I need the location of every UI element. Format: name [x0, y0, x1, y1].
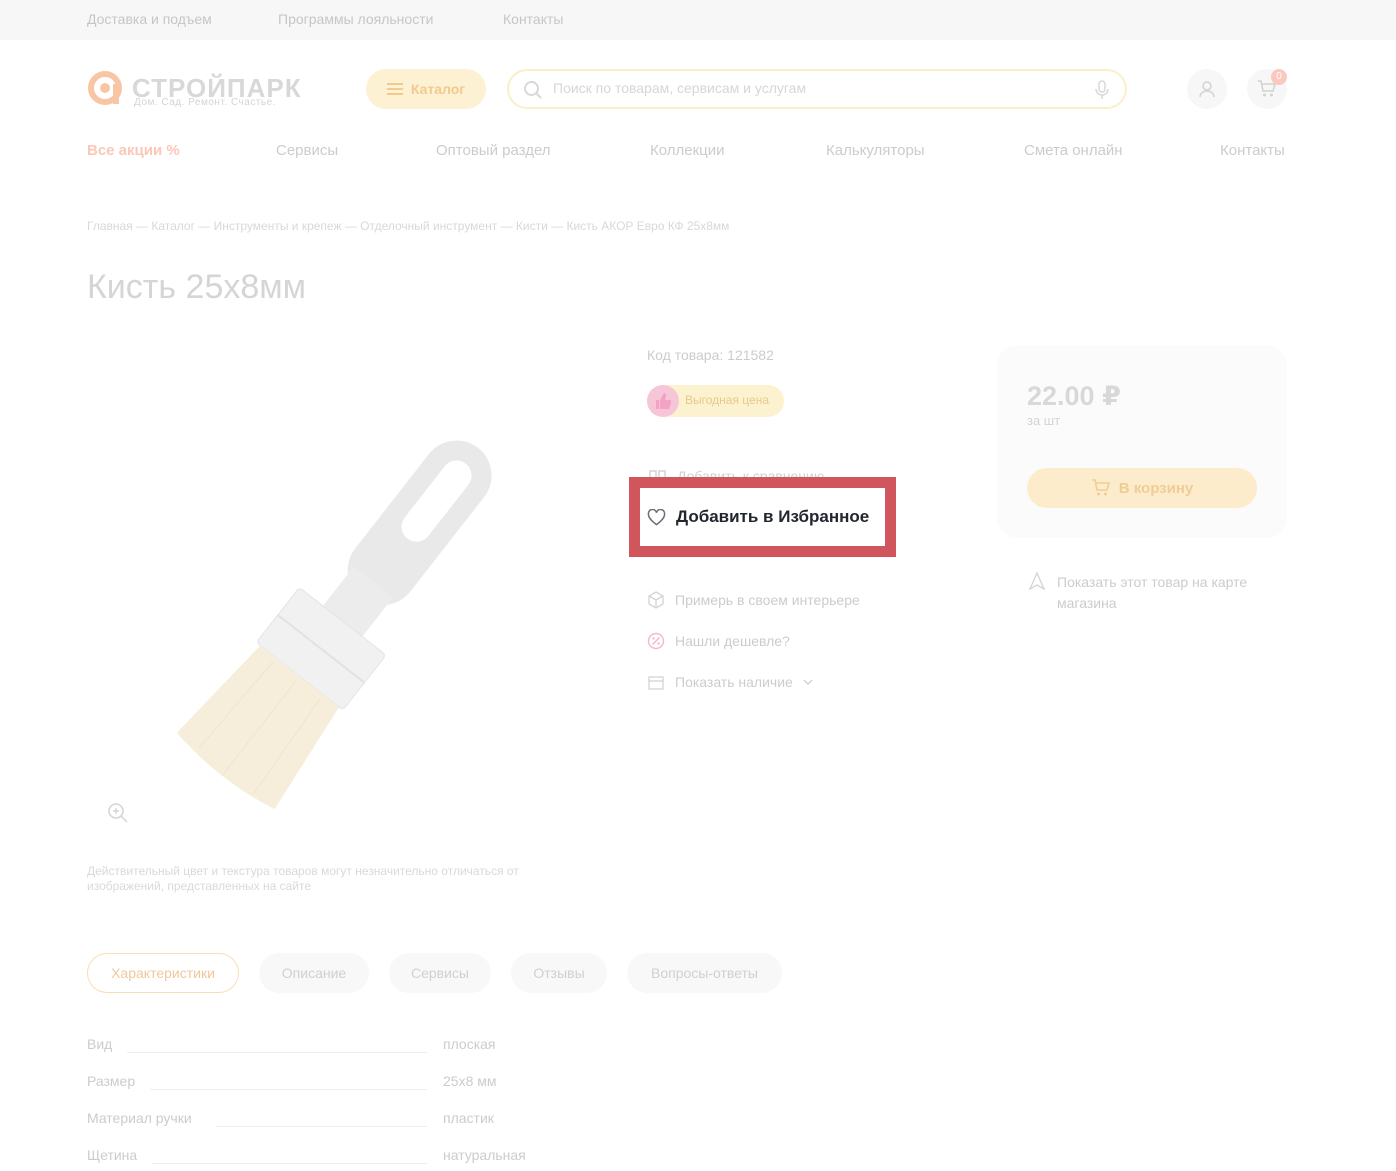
spec-value: 25х8 мм [443, 1073, 497, 1089]
nav-services[interactable]: Сервисы [276, 142, 338, 159]
tab-questions[interactable]: Вопросы-ответы [627, 953, 782, 993]
found-cheaper-button[interactable]: Нашли дешевле? [647, 632, 790, 650]
spec-divider [216, 1125, 427, 1127]
search-bar [507, 69, 1127, 109]
cart-count-badge: 0 [1271, 69, 1287, 85]
spec-label: Размер [87, 1073, 136, 1089]
spec-label: Щетина [87, 1147, 138, 1163]
toplink-contacts[interactable]: Контакты [503, 11, 563, 27]
logo-tagline: Дом. Сад. Ремонт. Счастье. [134, 97, 276, 108]
image-disclaimer: Действительный цвет и текстура товаров м… [87, 864, 519, 893]
add-to-cart-label: В корзину [1118, 479, 1194, 497]
toplink-loyalty[interactable]: Программы лояльности [278, 11, 433, 27]
tab-services[interactable]: Сервисы [389, 953, 491, 993]
thumbs-up-icon [647, 385, 679, 417]
price-card [997, 345, 1287, 538]
breadcrumb[interactable]: Главная — Каталог — Инструменты и крепеж… [87, 219, 729, 233]
nav-calculators[interactable]: Калькуляторы [826, 142, 925, 159]
spec-divider [150, 1088, 427, 1090]
page-title: Кисть 25х8мм [87, 268, 307, 306]
tab-description[interactable]: Описание [259, 953, 369, 993]
spec-divider [152, 1162, 427, 1164]
spec-value: пластик [443, 1110, 494, 1126]
menu-icon [386, 83, 403, 95]
add-to-favorites-button[interactable]: Добавить в Избранное [647, 507, 869, 527]
tab-reviews[interactable]: Отзывы [511, 953, 607, 993]
show-availability-button[interactable]: Показать наличие [647, 673, 813, 691]
logo-icon[interactable] [87, 70, 123, 106]
nav-contacts[interactable]: Контакты [1220, 142, 1285, 159]
user-icon [1199, 81, 1215, 98]
nav-estimate[interactable]: Смета онлайн [1024, 142, 1123, 159]
add-to-cart-button[interactable]: В корзину [1027, 468, 1257, 508]
good-price-label: Выгодная цена [685, 393, 769, 407]
add-to-favorites-label: Добавить в Избранное [676, 507, 870, 526]
map-pointer-icon [1029, 572, 1045, 590]
spec-value: плоская [443, 1036, 496, 1052]
toplink-delivery[interactable]: Доставка и подъем [87, 11, 212, 27]
catalog-button[interactable]: Каталог [366, 69, 486, 109]
account-button[interactable] [1187, 69, 1227, 109]
show-on-store-map-link[interactable]: Показать этот товар на карте магазина [1057, 572, 1287, 614]
price: 22.00 ₽ [1027, 381, 1121, 411]
zoom-icon[interactable] [107, 802, 129, 824]
catalog-button-label: Каталог [410, 81, 466, 97]
try-in-interior-button[interactable]: Примерь в своем интерьере [647, 591, 860, 609]
product-code: Код товара: 121582 [647, 347, 774, 363]
nav-collections[interactable]: Коллекции [650, 142, 725, 159]
microphone-icon[interactable] [1095, 80, 1109, 100]
spec-label: Материал ручки [87, 1110, 192, 1126]
cart-icon [1091, 479, 1110, 496]
store-icon [648, 676, 664, 690]
price-unit: за шт [1027, 413, 1061, 428]
spec-divider [127, 1051, 427, 1053]
found-cheaper-label: Нашли дешевле? [675, 633, 790, 649]
nav-all-promos[interactable]: Все акции % [87, 142, 180, 159]
spec-value: натуральная [443, 1147, 526, 1163]
spec-label: Вид [87, 1036, 113, 1052]
percent-badge-icon [647, 632, 665, 650]
search-input[interactable] [551, 79, 1075, 97]
try-in-interior-label: Примерь в своем интерьере [675, 592, 860, 608]
nav-wholesale[interactable]: Оптовый раздел [436, 142, 551, 159]
search-icon[interactable] [523, 80, 543, 100]
show-availability-label: Показать наличие [675, 674, 793, 690]
cube-icon [648, 591, 664, 609]
heart-icon [647, 508, 666, 526]
chevron-down-icon [803, 679, 813, 685]
product-image[interactable] [120, 380, 540, 830]
tab-characteristics[interactable]: Характеристики [87, 953, 239, 993]
